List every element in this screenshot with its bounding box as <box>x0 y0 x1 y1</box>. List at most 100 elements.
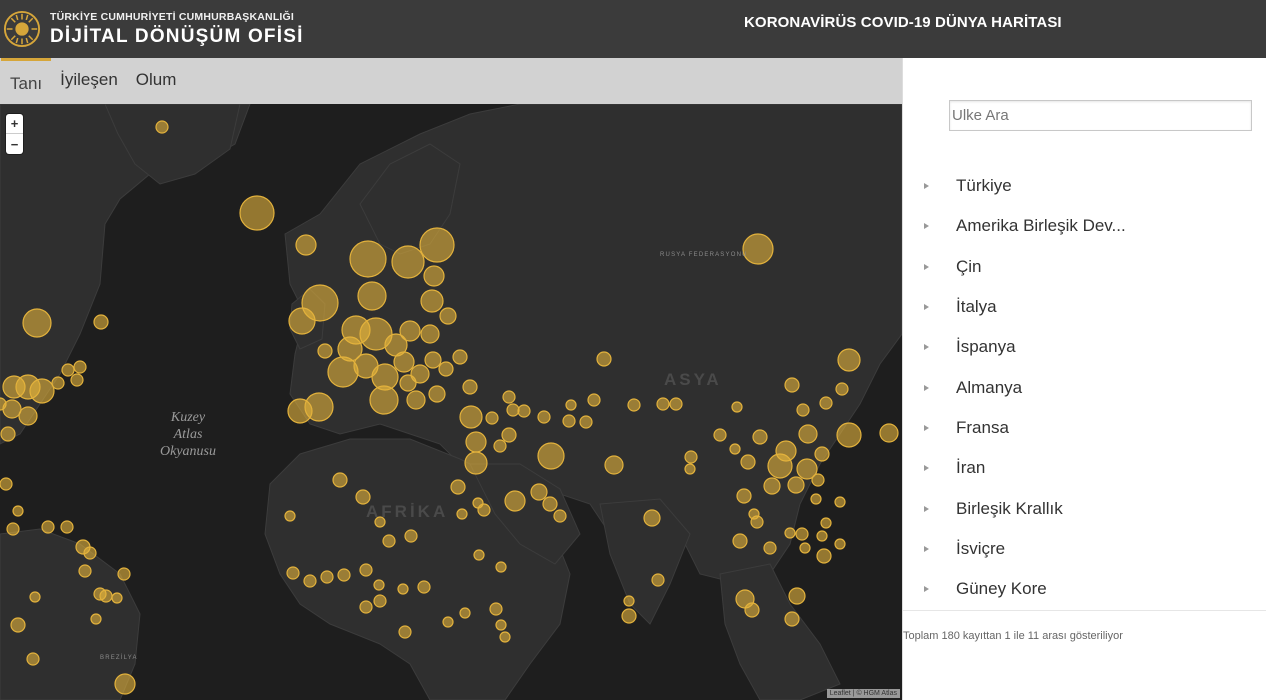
case-marker[interactable] <box>820 517 832 529</box>
country-item[interactable]: İsviçre <box>903 529 1266 569</box>
case-marker[interactable] <box>732 533 748 549</box>
case-marker[interactable] <box>320 570 334 584</box>
case-marker[interactable] <box>61 363 75 377</box>
country-item[interactable]: Güney Kore <box>903 569 1266 609</box>
case-marker[interactable] <box>114 673 136 695</box>
case-marker[interactable] <box>795 527 809 541</box>
case-marker[interactable] <box>731 401 743 413</box>
case-marker[interactable] <box>10 617 26 633</box>
case-marker[interactable] <box>419 227 455 263</box>
case-marker[interactable] <box>752 429 768 445</box>
case-marker[interactable] <box>763 541 777 555</box>
case-marker[interactable] <box>288 307 316 335</box>
case-marker[interactable] <box>155 120 169 134</box>
case-marker[interactable] <box>816 530 828 542</box>
org-logo[interactable]: TÜRKİYE CUMHURİYETİ CUMHURBAŞKANLIĞI DİJ… <box>0 10 600 48</box>
case-marker[interactable] <box>73 360 87 374</box>
case-marker[interactable] <box>499 631 511 643</box>
tab-tani[interactable]: Tanı <box>1 58 52 104</box>
case-marker[interactable] <box>304 392 334 422</box>
case-marker[interactable] <box>651 573 665 587</box>
case-marker[interactable] <box>736 488 752 504</box>
case-marker[interactable] <box>420 289 444 313</box>
case-marker[interactable] <box>357 281 387 311</box>
case-marker[interactable] <box>373 594 387 608</box>
case-marker[interactable] <box>656 397 670 411</box>
country-item[interactable]: İran <box>903 448 1266 488</box>
case-marker[interactable] <box>814 446 830 462</box>
case-marker[interactable] <box>239 195 275 231</box>
case-marker[interactable] <box>684 450 698 464</box>
case-marker[interactable] <box>0 477 13 491</box>
case-marker[interactable] <box>18 406 38 426</box>
case-marker[interactable] <box>485 411 499 425</box>
case-marker[interactable] <box>398 625 412 639</box>
case-marker[interactable] <box>495 561 507 573</box>
case-marker[interactable] <box>627 398 641 412</box>
case-marker[interactable] <box>337 568 351 582</box>
case-marker[interactable] <box>117 567 131 581</box>
case-marker[interactable] <box>286 566 300 580</box>
case-marker[interactable] <box>787 476 805 494</box>
case-marker[interactable] <box>493 439 507 453</box>
case-marker[interactable] <box>424 351 442 369</box>
case-marker[interactable] <box>382 534 396 548</box>
case-marker[interactable] <box>417 580 431 594</box>
case-marker[interactable] <box>78 564 92 578</box>
case-marker[interactable] <box>587 393 601 407</box>
case-marker[interactable] <box>442 616 454 628</box>
case-marker[interactable] <box>438 361 454 377</box>
case-marker[interactable] <box>397 583 409 595</box>
case-marker[interactable] <box>501 427 517 443</box>
case-marker[interactable] <box>6 522 20 536</box>
country-item[interactable]: Çin <box>903 247 1266 287</box>
case-marker[interactable] <box>303 574 317 588</box>
country-search-input[interactable] <box>949 100 1252 131</box>
case-marker[interactable] <box>553 509 567 523</box>
country-item[interactable]: Türkiye <box>903 166 1266 206</box>
case-marker[interactable] <box>879 423 899 443</box>
case-marker[interactable] <box>462 379 478 395</box>
case-marker[interactable] <box>83 546 97 560</box>
case-marker[interactable] <box>465 431 487 453</box>
country-item[interactable]: Birleşik Krallık <box>903 488 1266 528</box>
case-marker[interactable] <box>836 422 862 448</box>
case-marker[interactable] <box>93 314 109 330</box>
case-marker[interactable] <box>473 549 485 561</box>
case-marker[interactable] <box>99 589 113 603</box>
case-marker[interactable] <box>504 490 526 512</box>
case-marker[interactable] <box>456 508 468 520</box>
case-marker[interactable] <box>819 396 833 410</box>
country-item[interactable]: İspanya <box>903 327 1266 367</box>
case-marker[interactable] <box>459 607 471 619</box>
case-marker[interactable] <box>796 403 810 417</box>
case-marker[interactable] <box>332 472 348 488</box>
case-marker[interactable] <box>596 351 612 367</box>
case-marker[interactable] <box>428 385 446 403</box>
case-marker[interactable] <box>784 377 800 393</box>
case-marker[interactable] <box>713 428 727 442</box>
case-marker[interactable] <box>391 245 425 279</box>
case-marker[interactable] <box>784 611 800 627</box>
case-marker[interactable] <box>811 473 825 487</box>
case-marker[interactable] <box>835 382 849 396</box>
case-marker[interactable] <box>406 390 426 410</box>
case-marker[interactable] <box>29 591 41 603</box>
case-marker[interactable] <box>423 265 445 287</box>
case-marker[interactable] <box>373 579 385 591</box>
case-marker[interactable] <box>834 496 846 508</box>
case-marker[interactable] <box>643 509 661 527</box>
tab-iyilesen[interactable]: İyileşen <box>51 58 127 104</box>
zoom-out-button[interactable]: − <box>6 134 23 154</box>
case-marker[interactable] <box>452 349 468 365</box>
case-marker[interactable] <box>495 619 507 631</box>
country-item[interactable]: Fransa <box>903 408 1266 448</box>
case-marker[interactable] <box>393 351 415 373</box>
case-marker[interactable] <box>542 496 558 512</box>
map-canvas[interactable] <box>0 104 902 700</box>
case-marker[interactable] <box>669 397 683 411</box>
case-marker[interactable] <box>111 592 123 604</box>
case-marker[interactable] <box>763 477 781 495</box>
country-item[interactable]: İtalya <box>903 287 1266 327</box>
case-marker[interactable] <box>327 356 359 388</box>
